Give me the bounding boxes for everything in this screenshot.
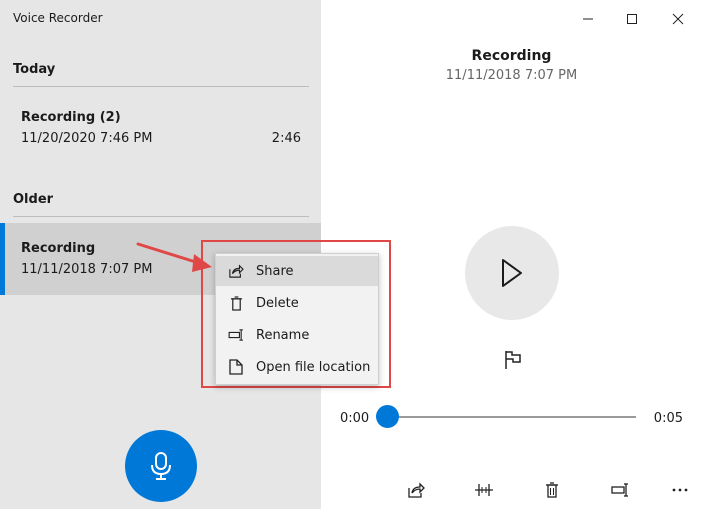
share-button[interactable] [403, 478, 429, 502]
selection-indicator [0, 223, 5, 295]
trim-button[interactable] [471, 478, 497, 502]
recording-item-1[interactable]: Recording (2) 11/20/2020 7:46 PM 2:46 [0, 96, 321, 162]
flag-icon [505, 351, 521, 369]
seek-track[interactable] [387, 416, 636, 418]
close-icon [672, 13, 684, 25]
add-marker-button[interactable] [501, 348, 525, 372]
section-header-older: Older [13, 192, 54, 207]
section-header-today: Today [13, 62, 56, 77]
more-button[interactable] [667, 478, 693, 502]
time-total: 0:05 [653, 411, 683, 426]
time-elapsed: 0:00 [340, 411, 370, 426]
record-button[interactable] [125, 430, 197, 502]
player-toolbar [321, 476, 702, 504]
rename-icon [228, 329, 243, 341]
menu-item-rename[interactable]: Rename [216, 320, 378, 350]
recording-name: Recording (2) [21, 110, 121, 125]
rename-icon [611, 483, 628, 497]
divider [13, 86, 309, 87]
share-icon [229, 264, 244, 278]
player-title: Recording [471, 48, 552, 64]
recording-name: Recording [21, 241, 96, 256]
menu-item-delete[interactable]: Delete [216, 288, 378, 318]
trash-icon [230, 295, 242, 311]
app-title: Voice Recorder [13, 11, 103, 25]
seek-thumb[interactable] [376, 405, 399, 428]
close-button[interactable] [667, 8, 689, 30]
menu-item-label: Delete [256, 295, 299, 311]
menu-item-label: Open file location [256, 359, 371, 375]
divider [13, 216, 309, 217]
context-menu: Share Delete Rename Open file location [215, 253, 379, 385]
menu-item-share[interactable]: Share [216, 256, 378, 286]
maximize-button[interactable] [621, 8, 643, 30]
menu-item-open-file-location[interactable]: Open file location [216, 352, 378, 382]
player-date: 11/11/2018 7:07 PM [445, 68, 578, 83]
share-icon [408, 482, 425, 498]
recording-date: 11/20/2020 7:46 PM [21, 131, 153, 146]
recording-duration: 2:46 [271, 131, 301, 146]
maximize-icon [627, 14, 637, 24]
menu-item-label: Rename [256, 327, 310, 343]
menu-item-label: Share [256, 263, 294, 279]
trim-icon [475, 484, 493, 496]
minimize-icon [583, 18, 593, 20]
voice-recorder-app: Voice Recorder Today Recording (2) 11/20… [0, 0, 702, 509]
delete-button[interactable] [539, 478, 565, 502]
minimize-button[interactable] [577, 8, 599, 30]
play-button[interactable] [465, 226, 559, 320]
play-icon [502, 259, 522, 287]
file-location-icon [229, 359, 243, 375]
rename-button[interactable] [607, 478, 633, 502]
microphone-icon [151, 452, 171, 480]
more-icon [672, 488, 688, 492]
trash-icon [546, 482, 558, 498]
